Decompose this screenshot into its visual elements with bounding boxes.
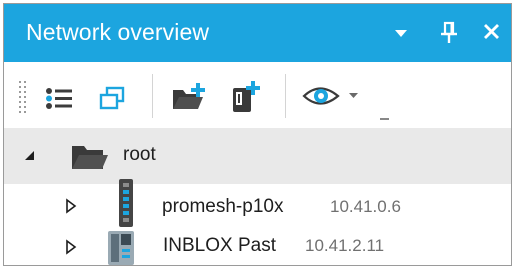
network-overview-panel: Network overview root promesh-p10x 10.41… bbox=[3, 3, 512, 266]
folder-open-icon bbox=[72, 146, 108, 169]
panel-title-bar: Network overview bbox=[4, 4, 511, 62]
add-device-button[interactable] bbox=[228, 79, 264, 115]
tree-root-label: root bbox=[123, 144, 156, 165]
pin-icon bbox=[441, 21, 457, 43]
panel-options-button[interactable] bbox=[388, 18, 414, 46]
overflow-underscore-icon bbox=[380, 118, 389, 120]
switch-device-icon bbox=[119, 179, 133, 227]
add-folder-button[interactable] bbox=[170, 80, 208, 114]
windows-button[interactable] bbox=[96, 82, 128, 114]
toolbar-overflow-button[interactable] bbox=[380, 110, 390, 120]
view-eye-icon bbox=[302, 87, 340, 105]
tree-item-label: promesh-p10x bbox=[162, 196, 284, 217]
pin-button[interactable] bbox=[436, 18, 462, 46]
collapsed-arrow-icon[interactable] bbox=[65, 198, 77, 214]
toolbar bbox=[4, 62, 511, 128]
list-view-icon bbox=[46, 88, 72, 109]
add-device-icon bbox=[233, 81, 260, 112]
collapsed-arrow-icon[interactable] bbox=[65, 239, 77, 255]
tree-item-promesh[interactable]: promesh-p10x 10.41.0.6 bbox=[4, 179, 511, 227]
windows-icon bbox=[99, 86, 125, 110]
tree-item-ip: 10.41.2.11 bbox=[305, 236, 385, 255]
tree-item-ip: 10.41.0.6 bbox=[330, 197, 401, 216]
close-icon bbox=[484, 24, 499, 39]
view-options-button[interactable] bbox=[302, 80, 364, 112]
close-button[interactable] bbox=[479, 18, 505, 46]
inblox-device-icon bbox=[108, 231, 134, 265]
expanded-arrow-icon[interactable] bbox=[24, 150, 36, 162]
tree-item-inblox[interactable]: INBLOX Past 10.41.2.11 bbox=[4, 226, 511, 265]
toolbar-separator bbox=[152, 74, 153, 118]
dropdown-arrow-icon bbox=[395, 30, 407, 37]
list-view-button[interactable] bbox=[44, 82, 76, 114]
add-folder-icon bbox=[173, 83, 205, 109]
dropdown-arrow-icon bbox=[349, 93, 358, 98]
tree-item-label: INBLOX Past bbox=[163, 235, 276, 256]
toolbar-separator bbox=[285, 74, 286, 118]
tree-root-row[interactable]: root bbox=[4, 128, 511, 184]
toolbar-grip-icon[interactable] bbox=[18, 80, 28, 114]
panel-title: Network overview bbox=[26, 19, 210, 45]
